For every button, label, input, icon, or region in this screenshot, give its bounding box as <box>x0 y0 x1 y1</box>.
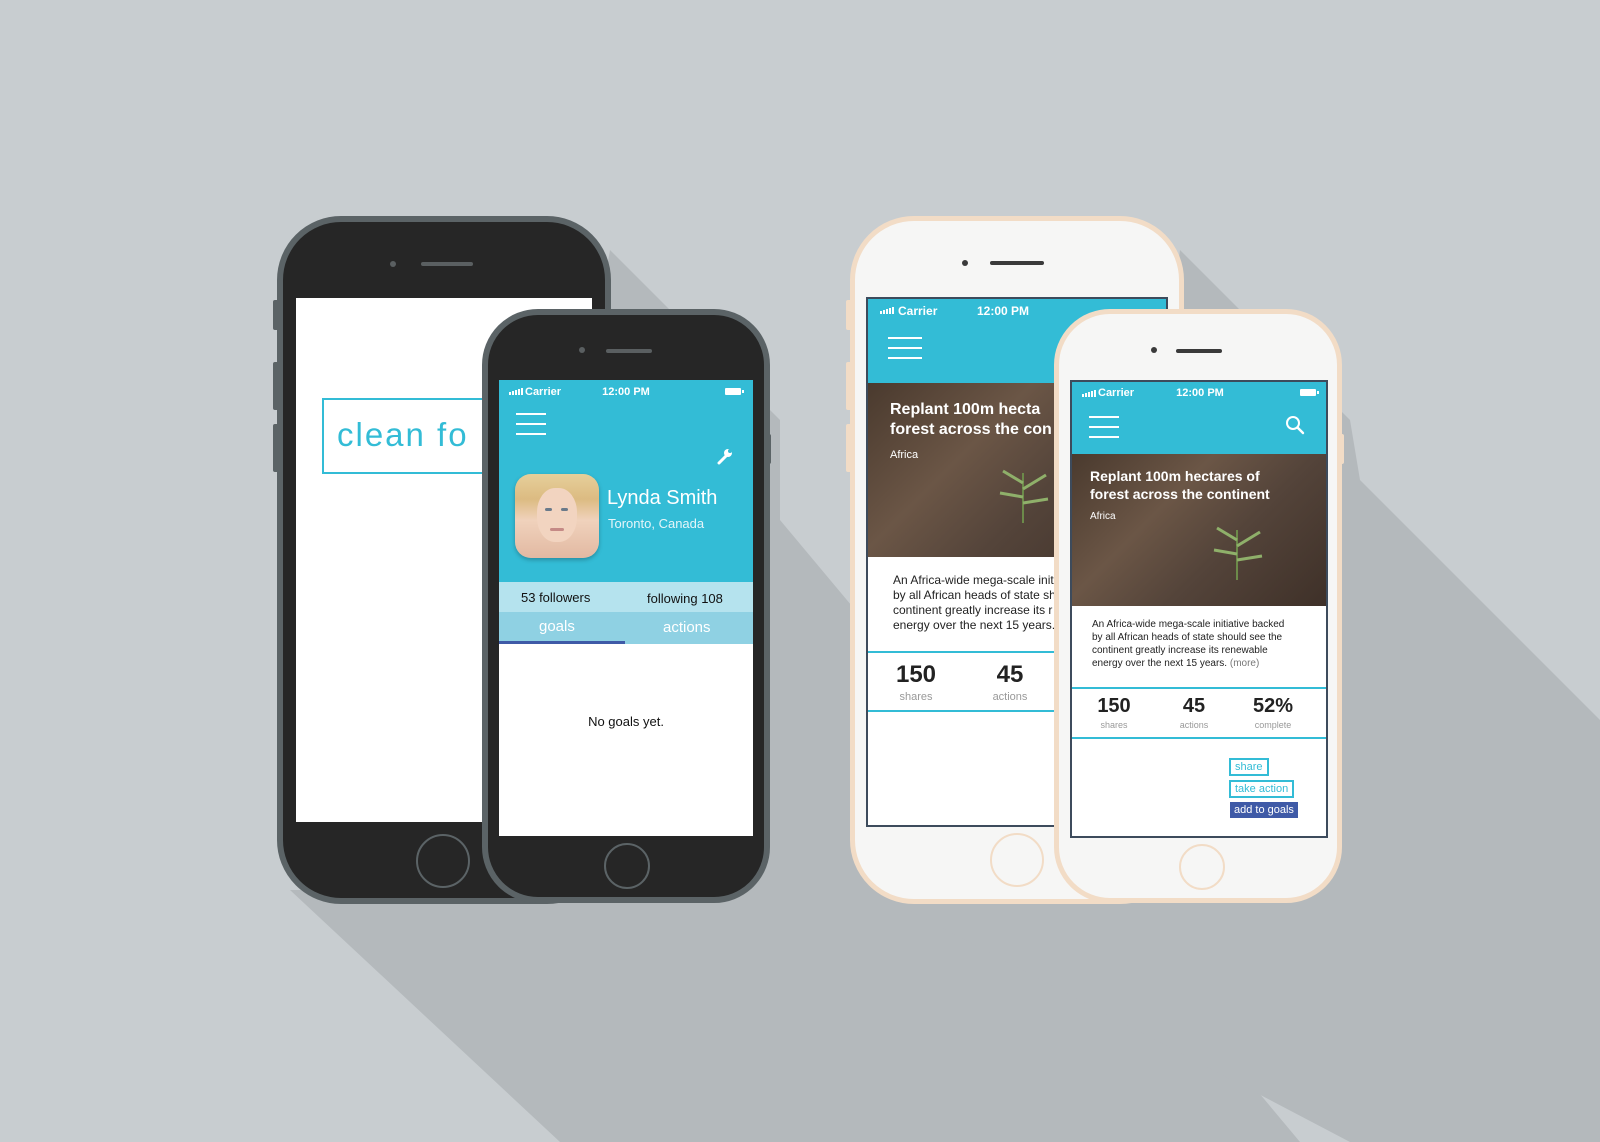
front-camera <box>579 347 585 353</box>
user-name: Lynda Smith <box>607 487 718 509</box>
seedling-image <box>1213 526 1263 580</box>
profile-header: Carrier 12:00 PM Lynda Smith Toronto, Ca… <box>499 380 753 582</box>
article-title-line2: forest across the con <box>890 421 1052 438</box>
wrench-icon[interactable] <box>716 447 734 465</box>
article-body-line: by all African heads of state should see… <box>1092 632 1283 643</box>
article-body-line: continent greatly increase its r <box>893 603 1053 617</box>
article-body-line: An Africa-wide mega-scale initiative bac… <box>1092 619 1285 630</box>
article-body: An Africa-wide mega-scale initi by all A… <box>893 573 1056 633</box>
add-to-goals-button[interactable]: add to goals <box>1230 802 1298 818</box>
article-screen: Carrier 12:00 PM Replant 100m hectares o… <box>1070 380 1328 838</box>
phone-article: Carrier 12:00 PM Replant 100m hectares o… <box>1054 309 1342 903</box>
earpiece-speaker <box>990 261 1044 265</box>
tab-bar: goals actions <box>499 612 753 644</box>
stat-actions-value: 45 <box>996 661 1024 688</box>
stats-divider-top <box>1072 687 1326 689</box>
stat-actions-label: actions <box>992 691 1028 703</box>
tab-actions[interactable]: actions <box>625 612 753 644</box>
article-body-line: An Africa-wide mega-scale initi <box>893 573 1057 587</box>
front-camera <box>1151 347 1157 353</box>
stat-complete-label: complete <box>1254 720 1292 730</box>
article-hero-image: Replant 100m hectares of forest across t… <box>1072 454 1326 606</box>
status-bar: Carrier 12:00 PM <box>1072 382 1326 406</box>
article-title-line1: Replant 100m hectares of <box>1090 468 1260 484</box>
battery-icon <box>1300 389 1319 396</box>
user-location: Toronto, Canada <box>608 516 705 531</box>
home-button[interactable] <box>416 834 470 888</box>
article-body-line: energy over the next 15 years. <box>893 618 1056 632</box>
follow-bar: 53 followers following 108 <box>499 582 753 612</box>
avatar[interactable] <box>515 474 599 558</box>
article-body-line: continent greatly increase its renewable <box>1092 645 1268 656</box>
active-tab-indicator <box>499 641 625 644</box>
earpiece-speaker <box>606 349 652 353</box>
take-action-button[interactable]: take action <box>1229 780 1295 798</box>
stat-shares-label: shares <box>1100 720 1128 730</box>
tab-goals-label: goals <box>539 618 575 635</box>
status-time: 12:00 PM <box>1176 387 1224 399</box>
article-header: Carrier 12:00 PM <box>1072 382 1326 454</box>
article-body-line: energy over the next 15 years. <box>1092 658 1228 669</box>
menu-icon[interactable] <box>888 337 922 367</box>
home-button[interactable] <box>1179 844 1225 890</box>
article-title-line1: Replant 100m hecta <box>890 401 1041 418</box>
earpiece-speaker <box>421 262 473 266</box>
stat-shares-value: 150 <box>895 661 937 688</box>
seedling-image <box>999 469 1049 523</box>
following-count[interactable]: following 108 <box>647 591 723 606</box>
menu-icon[interactable] <box>516 413 546 443</box>
tab-actions-label: actions <box>663 619 711 636</box>
followers-count[interactable]: 53 followers <box>521 590 590 605</box>
tab-goals[interactable]: goals <box>499 612 625 644</box>
logo-text: clean fo <box>337 416 469 453</box>
article-body-line: by all African heads of state sh <box>893 588 1056 602</box>
status-bar: Carrier 12:00 PM <box>499 380 753 404</box>
share-button[interactable]: share <box>1229 758 1269 776</box>
stat-shares-label: shares <box>899 691 933 703</box>
article-title-line2: forest across the continent <box>1090 486 1270 502</box>
front-camera <box>962 260 968 266</box>
battery-icon <box>725 388 744 395</box>
stat-shares-value: 150 <box>1097 695 1131 717</box>
search-icon[interactable] <box>1285 415 1305 435</box>
stat-actions-label: actions <box>1179 720 1209 730</box>
home-button[interactable] <box>990 833 1044 887</box>
status-time: 12:00 PM <box>602 386 650 398</box>
home-button[interactable] <box>604 843 650 889</box>
menu-icon[interactable] <box>1089 416 1119 446</box>
stats-divider-bottom <box>1072 737 1326 739</box>
stat-actions-value: 45 <box>1182 695 1206 717</box>
phone-profile: Carrier 12:00 PM Lynda Smith Toronto, Ca… <box>482 309 770 903</box>
article-region: Africa <box>890 449 919 461</box>
empty-goals-message: No goals yet. <box>588 714 664 729</box>
article-region: Africa <box>1090 511 1116 522</box>
more-link[interactable]: (more) <box>1230 658 1259 669</box>
earpiece-speaker <box>1176 349 1222 353</box>
long-shadow <box>290 250 1600 1142</box>
profile-screen: Carrier 12:00 PM Lynda Smith Toronto, Ca… <box>499 380 753 836</box>
article-body: An Africa-wide mega-scale initiative bac… <box>1092 618 1284 670</box>
front-camera <box>390 261 396 267</box>
stat-complete-value: 52% <box>1252 695 1294 717</box>
